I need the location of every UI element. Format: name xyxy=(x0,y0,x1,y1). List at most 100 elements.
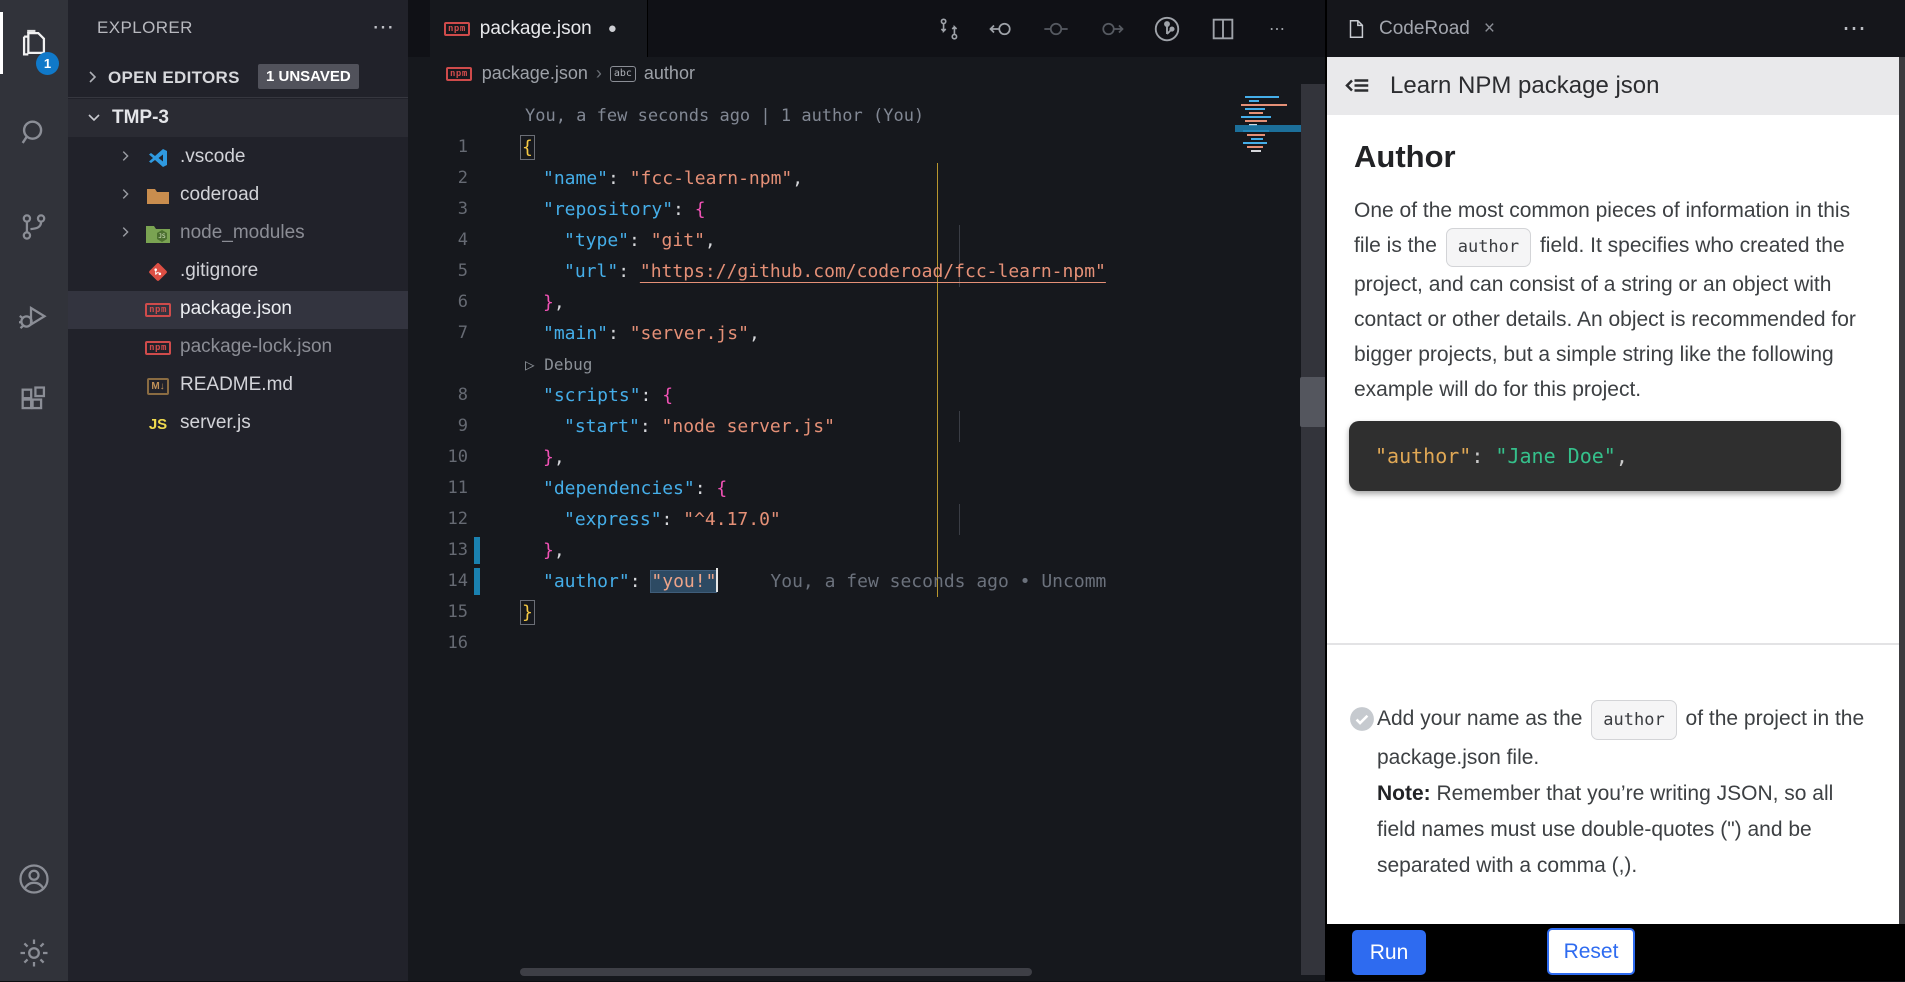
lesson-heading: Author xyxy=(1354,139,1905,175)
code-line-15[interactable]: 15} xyxy=(408,597,1325,628)
code-line-5[interactable]: 5"url": "https://github.com/coderoad/fcc… xyxy=(408,256,1325,287)
code-token: { xyxy=(662,385,673,406)
code-line-9[interactable]: 9"start": "node server.js" xyxy=(408,411,1325,442)
code-token: "^4.17.0" xyxy=(683,509,781,530)
coderoad-panel: CodeRoad × ⋯ Learn NPM package json Auth… xyxy=(1325,0,1905,981)
code-line-6[interactable]: 6}, xyxy=(408,287,1325,318)
inline-code-chip: author xyxy=(1446,228,1531,267)
line-number: 7 xyxy=(408,318,468,349)
source-control-icon[interactable] xyxy=(0,198,68,256)
code-line-3[interactable]: 3"repository": { xyxy=(408,194,1325,225)
code-line-10[interactable]: 10}, xyxy=(408,442,1325,473)
file-icon xyxy=(1345,16,1367,42)
code-token: } xyxy=(543,540,554,561)
minimap[interactable] xyxy=(1237,92,1299,222)
js-icon: JS xyxy=(145,412,171,436)
code-line-8[interactable]: 8"scripts": { xyxy=(408,380,1325,411)
code-token: : xyxy=(630,571,652,592)
line-number: 4 xyxy=(408,225,468,256)
scrollbar-widget[interactable] xyxy=(1300,377,1327,427)
tutorial-header: Learn NPM package json xyxy=(1327,57,1905,116)
settings-gear-icon[interactable] xyxy=(0,924,68,982)
file-name: package-lock.json xyxy=(180,336,332,358)
account-icon[interactable] xyxy=(0,850,68,908)
lesson-paragraph: One of the most common pieces of informa… xyxy=(1354,193,1882,407)
file-name: .vscode xyxy=(180,146,245,168)
code-line-7[interactable]: 7"main": "server.js", xyxy=(408,318,1325,349)
chevron-right-icon xyxy=(118,225,132,244)
run-button[interactable]: Run xyxy=(1352,930,1426,975)
record-icon[interactable] xyxy=(1040,13,1072,45)
run-debug-icon[interactable] xyxy=(0,288,68,346)
tree-root-folder[interactable]: TMP-3 xyxy=(68,99,408,137)
breadcrumb[interactable]: npm package.json › abc author xyxy=(408,57,1325,90)
step-over-icon[interactable] xyxy=(1096,13,1128,45)
chevron-right-icon xyxy=(118,187,132,206)
panel-bottom-bar: Run Reset xyxy=(1327,924,1905,981)
file-tree-item-server-js[interactable]: JSserver.js xyxy=(68,405,408,443)
editor-tab-bar: npm package.json ● xyxy=(408,0,1325,57)
sidebar-more-actions-icon[interactable]: ⋯ xyxy=(372,14,396,40)
code-token: : xyxy=(662,509,684,530)
svg-text:JS: JS xyxy=(158,233,166,240)
breadcrumb-symbol[interactable]: author xyxy=(644,63,695,84)
code-line-14[interactable]: 14"author": "you!"You, a few seconds ago… xyxy=(408,566,1325,597)
code-line-1[interactable]: 1{ xyxy=(408,132,1325,163)
example-code-block: "author": "Jane Doe", xyxy=(1349,421,1841,491)
file-tree-item-coderoad[interactable]: coderoad xyxy=(68,177,408,215)
node-icon: JS xyxy=(145,222,171,246)
vertical-scrollbar[interactable] xyxy=(1301,84,1327,975)
search-icon[interactable] xyxy=(0,104,68,162)
debug-alt-icon[interactable] xyxy=(1151,13,1183,45)
code-line-2[interactable]: 2"name": "fcc-learn-npm", xyxy=(408,163,1325,194)
file-tree-item-package-json[interactable]: npm package.json xyxy=(68,291,408,329)
file-tree-item--vscode[interactable]: .vscode xyxy=(68,139,408,177)
line-number: 16 xyxy=(408,628,468,659)
file-tree-item--gitignore[interactable]: .gitignore xyxy=(68,253,408,291)
code-token: "type" xyxy=(564,230,629,251)
codelens-debug[interactable]: ▷ Debug xyxy=(408,349,1325,380)
step-back-icon[interactable] xyxy=(985,13,1017,45)
tab-coderoad[interactable]: CodeRoad × xyxy=(1327,0,1495,57)
back-to-list-icon[interactable] xyxy=(1340,71,1374,101)
line-number: 10 xyxy=(408,442,468,473)
activity-bar: 1 xyxy=(0,0,68,981)
explorer-icon[interactable]: 1 xyxy=(0,14,68,72)
close-icon[interactable]: × xyxy=(1484,18,1495,40)
code-line-13[interactable]: 13}, xyxy=(408,535,1325,566)
line-number: 15 xyxy=(408,597,468,628)
lesson-content: Author One of the most common pieces of … xyxy=(1327,115,1905,924)
more-actions-icon[interactable]: ⋯ xyxy=(1261,13,1293,45)
extensions-icon[interactable] xyxy=(0,372,68,430)
file-tree: .vscodecoderoadJSnode_modules.gitignoren… xyxy=(68,139,408,443)
minimap-line xyxy=(1241,116,1271,118)
open-editors-section[interactable]: OPEN EDITORS 1 UNSAVED xyxy=(68,60,408,97)
code-line-4[interactable]: 4"type": "git", xyxy=(408,225,1325,256)
code-editor[interactable]: 1{2"name": "fcc-learn-npm",3"repository"… xyxy=(408,132,1325,659)
minimap-line xyxy=(1249,100,1259,102)
divider xyxy=(1327,643,1905,645)
npm-icon: npm xyxy=(145,298,171,322)
code-line-11[interactable]: 11"dependencies": { xyxy=(408,473,1325,504)
inline-blame-annotation: You, a few seconds ago • Uncomm xyxy=(718,571,1106,592)
horizontal-scrollbar[interactable] xyxy=(520,968,1032,976)
panel-scrollbar[interactable] xyxy=(1899,57,1905,924)
code-token: , xyxy=(554,540,565,561)
code-line-16[interactable]: 16 xyxy=(408,628,1325,659)
breadcrumb-file[interactable]: package.json xyxy=(482,63,588,84)
file-name: package.json xyxy=(180,298,292,320)
code-token: : xyxy=(608,168,630,189)
line-number: 1 xyxy=(408,132,468,163)
code-line-12[interactable]: 12"express": "^4.17.0" xyxy=(408,504,1325,535)
npm-icon: npm xyxy=(145,336,171,360)
panel-more-actions-icon[interactable]: ⋯ xyxy=(1842,14,1868,43)
file-tree-item-node-modules[interactable]: JSnode_modules xyxy=(68,215,408,253)
split-editor-icon[interactable] xyxy=(1207,13,1239,45)
file-tree-item-package-lock-json[interactable]: npm package-lock.json xyxy=(68,329,408,367)
reset-button[interactable]: Reset xyxy=(1547,928,1635,975)
line-number: 11 xyxy=(408,473,468,504)
md-icon: M↓ xyxy=(145,374,171,398)
file-tree-item-readme-md[interactable]: M↓README.md xyxy=(68,367,408,405)
open-changes-icon[interactable] xyxy=(933,13,965,45)
minimap-line xyxy=(1247,134,1265,136)
